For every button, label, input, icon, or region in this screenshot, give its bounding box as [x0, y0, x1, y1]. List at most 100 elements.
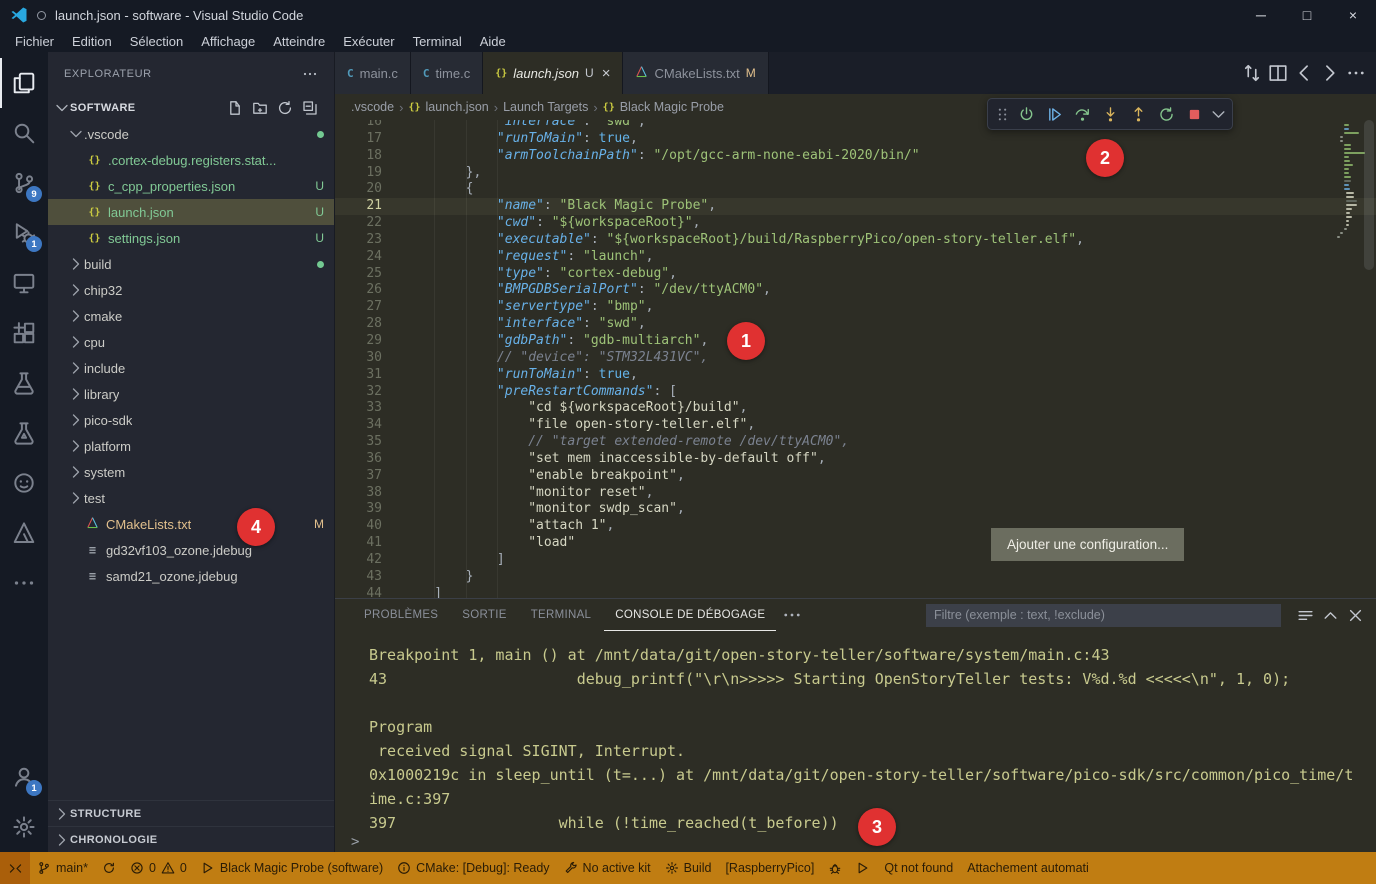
tree-item-test[interactable]: test: [48, 485, 334, 511]
go-forward-icon[interactable]: [1320, 63, 1340, 83]
breadcrumb-item-launch-json[interactable]: {}launch.json: [408, 100, 488, 114]
line-number[interactable]: 31: [335, 367, 403, 384]
line-number[interactable]: 17: [335, 131, 403, 148]
status-qt-status[interactable]: Qt not found: [877, 852, 960, 884]
debug-step-into-button[interactable]: [1097, 101, 1123, 127]
new-file-icon[interactable]: [227, 100, 243, 116]
menu-affichage[interactable]: Affichage: [192, 33, 264, 50]
menu-s-lection[interactable]: Sélection: [121, 33, 192, 50]
split-editor-icon[interactable]: [1268, 63, 1288, 83]
tab-launch-json[interactable]: {}launch.jsonU×: [483, 52, 623, 94]
status-cmake-kit[interactable]: No active kit: [557, 852, 658, 884]
debug-step-over-button[interactable]: [1069, 101, 1095, 127]
line-number[interactable]: 33: [335, 400, 403, 417]
code-line-28[interactable]: 28 "interface": "swd",: [335, 316, 1376, 333]
debug-toolbar-chevron-icon[interactable]: [1209, 101, 1227, 127]
panel-more-tabs-icon[interactable]: [782, 605, 802, 625]
tree-item-include[interactable]: include: [48, 355, 334, 381]
code-line-27[interactable]: 27 "servertype": "bmp",: [335, 299, 1376, 316]
code-editor[interactable]: 16 "interface": "swd",17 "runToMain": tr…: [335, 120, 1376, 598]
line-number[interactable]: 28: [335, 316, 403, 333]
open-changes-icon[interactable]: [1242, 63, 1262, 83]
panel-tab-console-de-d-bogage[interactable]: CONSOLE DE DÉBOGAGE: [604, 599, 776, 631]
line-number[interactable]: 36: [335, 451, 403, 468]
code-line-38[interactable]: 38 "monitor reset",: [335, 485, 1376, 502]
section-chronologie[interactable]: CHRONOLOGIE: [48, 826, 334, 852]
menu-fichier[interactable]: Fichier: [6, 33, 63, 50]
tree-item-pico-sdk[interactable]: pico-sdk: [48, 407, 334, 433]
tree-item-cpu[interactable]: cpu: [48, 329, 334, 355]
line-number[interactable]: 20: [335, 181, 403, 198]
tree-item-launch-json[interactable]: {}launch.jsonU: [48, 199, 334, 225]
line-number[interactable]: 19: [335, 165, 403, 182]
tree-item-cmake[interactable]: cmake: [48, 303, 334, 329]
menu-ex-cuter[interactable]: Exécuter: [334, 33, 403, 50]
code-line-39[interactable]: 39 "monitor swdp_scan",: [335, 501, 1376, 518]
refresh-icon[interactable]: [277, 100, 293, 116]
tree-item-library[interactable]: library: [48, 381, 334, 407]
add-configuration-button[interactable]: Ajouter une configuration...: [991, 528, 1184, 561]
activity-run-debug[interactable]: 1: [0, 208, 48, 258]
breadcrumb-item-black-magic-probe[interactable]: {}Black Magic Probe: [603, 100, 724, 114]
console-input-prompt[interactable]: >: [351, 834, 359, 850]
more-actions-icon[interactable]: [1346, 63, 1366, 83]
menu-atteindre[interactable]: Atteindre: [264, 33, 334, 50]
debug-stop-button[interactable]: [1181, 101, 1207, 127]
status-sync[interactable]: [95, 852, 123, 884]
minimap[interactable]: [1334, 124, 1360, 240]
code-line-42[interactable]: 42 ]: [335, 552, 1376, 569]
maximize-panel-icon[interactable]: [1322, 607, 1339, 624]
tree-item-samd21-ozone-jdebug[interactable]: ≡samd21_ozone.jdebug: [48, 563, 334, 589]
menu-edition[interactable]: Edition: [63, 33, 121, 50]
status-cmake-build[interactable]: Build: [658, 852, 719, 884]
line-number[interactable]: 18: [335, 148, 403, 165]
code-line-35[interactable]: 35 // "target extended-remote /dev/ttyAC…: [335, 434, 1376, 451]
close-button[interactable]: ×: [1330, 0, 1376, 30]
tab-time-c[interactable]: Ctime.c: [411, 52, 483, 94]
activity-account[interactable]: 1: [0, 752, 48, 802]
maximize-button[interactable]: □: [1284, 0, 1330, 30]
code-line-33[interactable]: 33 "cd ${workspaceRoot}/build",: [335, 400, 1376, 417]
code-line-34[interactable]: 34 "file open-story-teller.elf",: [335, 417, 1376, 434]
tree-item-system[interactable]: system: [48, 459, 334, 485]
line-number[interactable]: 42: [335, 552, 403, 569]
breadcrumb-item-launch-targets[interactable]: Launch Targets: [503, 100, 588, 114]
tree-item-chip32[interactable]: chip32: [48, 277, 334, 303]
line-number[interactable]: 44: [335, 586, 403, 598]
line-number[interactable]: 29: [335, 333, 403, 350]
code-line-37[interactable]: 37 "enable breakpoint",: [335, 468, 1376, 485]
code-line-17[interactable]: 17 "runToMain": true,: [335, 131, 1376, 148]
line-number[interactable]: 35: [335, 434, 403, 451]
section-structure[interactable]: STRUCTURE: [48, 800, 334, 826]
code-line-22[interactable]: 22 "cwd": "${workspaceRoot}",: [335, 215, 1376, 232]
activity-search[interactable]: [0, 108, 48, 158]
tree-item-cortex-debug-registers-stat[interactable]: {}.cortex-debug.registers.stat...: [48, 147, 334, 173]
code-line-21[interactable]: 21 "name": "Black Magic Probe",: [335, 198, 1376, 215]
activity-extensions[interactable]: [0, 308, 48, 358]
line-number[interactable]: 41: [335, 535, 403, 552]
line-number[interactable]: 43: [335, 569, 403, 586]
tree-item-settings-json[interactable]: {}settings.jsonU: [48, 225, 334, 251]
code-line-41[interactable]: 41 "load": [335, 535, 1376, 552]
debug-continue-button[interactable]: [1041, 101, 1067, 127]
debug-toolbar-grip-icon[interactable]: [993, 101, 1011, 127]
code-line-20[interactable]: 20 {: [335, 181, 1376, 198]
tree-item-platform[interactable]: platform: [48, 433, 334, 459]
minimize-button[interactable]: ─: [1238, 0, 1284, 30]
line-number[interactable]: 24: [335, 249, 403, 266]
code-line-26[interactable]: 26 "BMPGDBSerialPort": "/dev/ttyACM0",: [335, 282, 1376, 299]
debug-restart-button[interactable]: [1153, 101, 1179, 127]
code-line-23[interactable]: 23 "executable": "${workspaceRoot}/build…: [335, 232, 1376, 249]
activity-source-control[interactable]: 9: [0, 158, 48, 208]
code-line-18[interactable]: 18 "armToolchainPath": "/opt/gcc-arm-non…: [335, 148, 1376, 165]
code-line-30[interactable]: 30 // "device": "STM32L431VC",: [335, 350, 1376, 367]
line-number[interactable]: 22: [335, 215, 403, 232]
code-line-19[interactable]: 19 },: [335, 165, 1376, 182]
line-number[interactable]: 40: [335, 518, 403, 535]
code-line-43[interactable]: 43 }: [335, 569, 1376, 586]
status-cmake-target[interactable]: [RaspberryPico]: [718, 852, 821, 884]
go-back-icon[interactable]: [1294, 63, 1314, 83]
console-filter-input[interactable]: [926, 604, 1281, 627]
line-number[interactable]: 30: [335, 350, 403, 367]
activity-more[interactable]: [0, 558, 48, 608]
